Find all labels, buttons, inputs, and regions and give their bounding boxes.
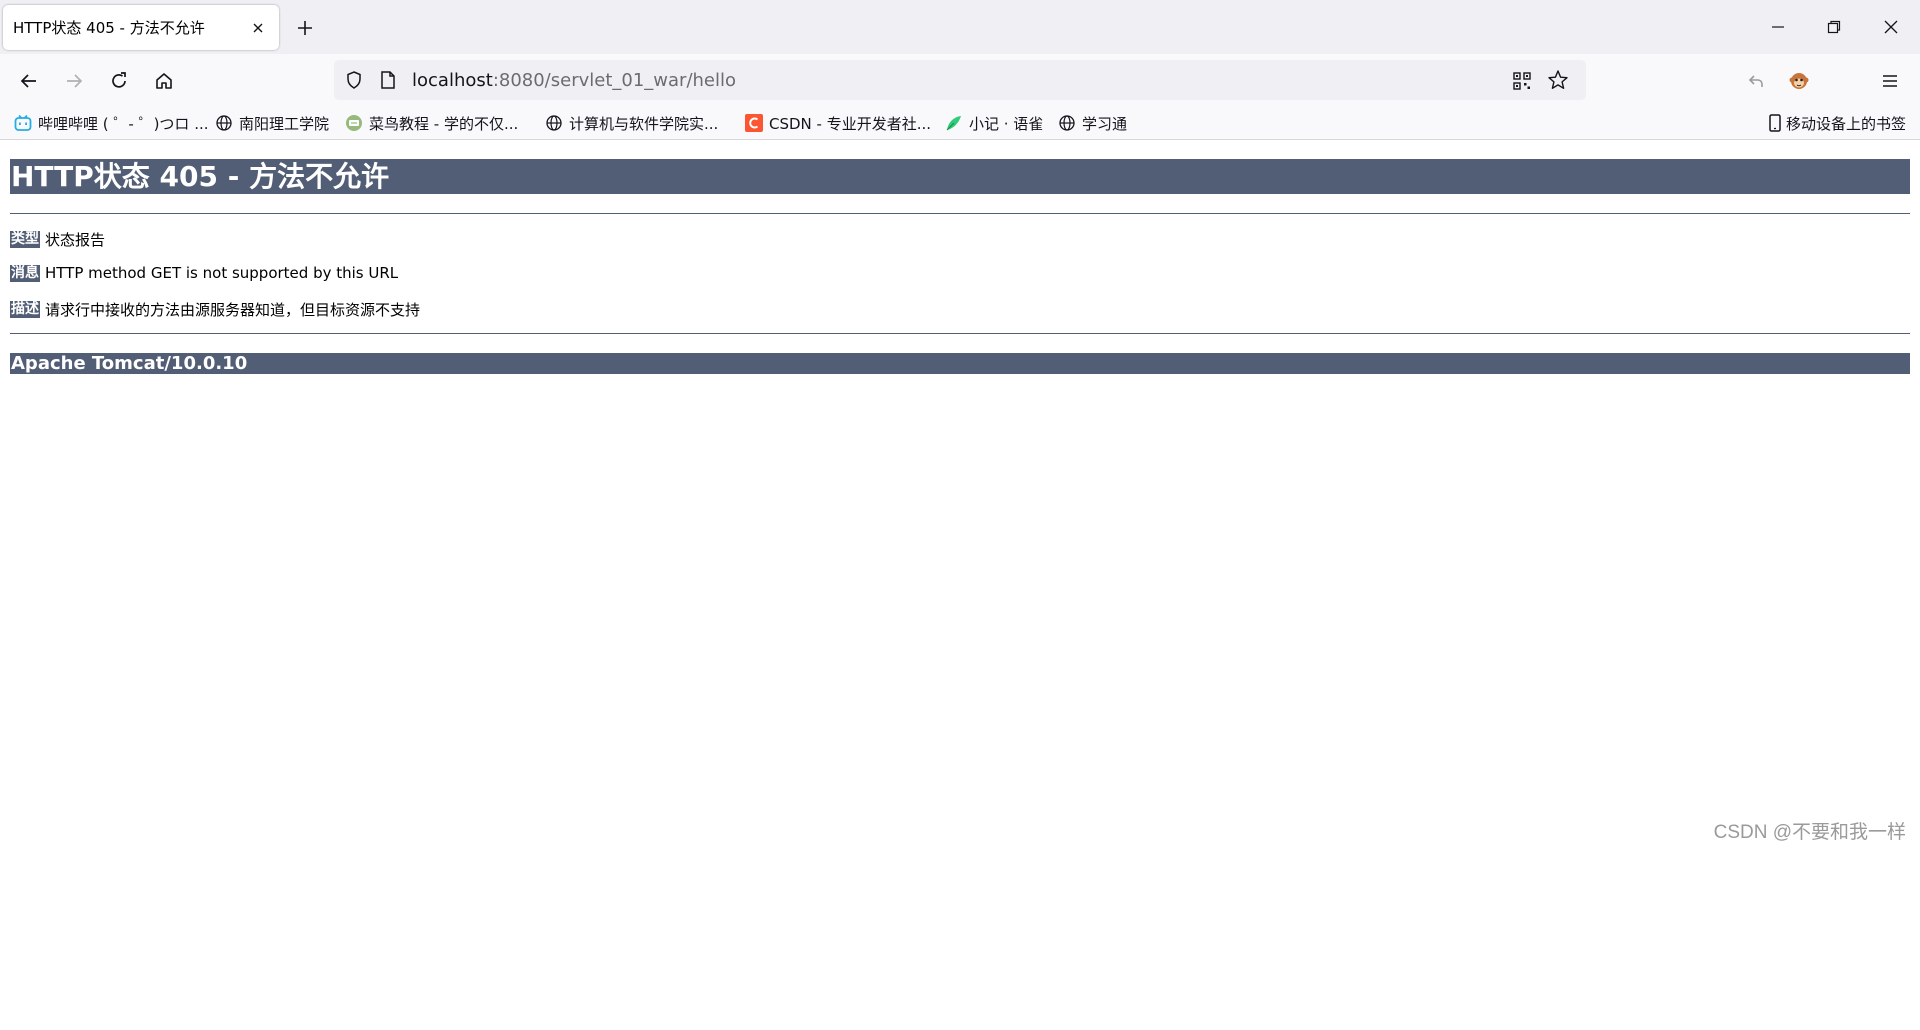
qr-code-icon[interactable] bbox=[1510, 69, 1534, 93]
home-button[interactable] bbox=[148, 65, 180, 97]
bookmark-runoob[interactable]: 菜鸟教程 - 学的不仅... bbox=[345, 112, 518, 134]
shield-icon[interactable] bbox=[342, 68, 366, 92]
close-icon[interactable] bbox=[247, 17, 269, 39]
mobile-bookmarks[interactable]: 移动设备上的书签 bbox=[1766, 112, 1906, 134]
restore-button[interactable] bbox=[1817, 11, 1851, 43]
reload-button[interactable] bbox=[103, 65, 135, 97]
window-close-button[interactable] bbox=[1874, 11, 1908, 43]
url-path: :8080/servlet_01_war/hello bbox=[492, 70, 737, 91]
bookmark-yuque[interactable]: 小记 · 语雀 bbox=[945, 112, 1043, 134]
bookmark-label: 小记 · 语雀 bbox=[969, 114, 1044, 133]
bookmark-label: CSDN - 专业开发者社... bbox=[769, 114, 932, 133]
bookmarks-toolbar: 哔哩哔哩 ( ゜- ゜)つロ ... 南阳理工学院 菜鸟教程 - 学的不仅...… bbox=[0, 107, 1920, 140]
footer: Apache Tomcat/10.0.10 bbox=[10, 333, 1910, 374]
mobile-bookmarks-label: 移动设备上的书签 bbox=[1785, 114, 1906, 133]
tab-bar: HTTP状态 405 - 方法不允许 bbox=[0, 0, 1920, 54]
bookmark-label: 南阳理工学院 bbox=[239, 114, 330, 133]
bookmark-label: 哔哩哔哩 ( ゜- ゜)つロ ... bbox=[38, 114, 209, 133]
globe-icon bbox=[545, 114, 563, 132]
message-label: 消息 bbox=[10, 264, 40, 282]
description-label: 描述 bbox=[10, 301, 40, 318]
active-tab[interactable]: HTTP状态 405 - 方法不允许 bbox=[3, 5, 279, 50]
mobile-device-icon bbox=[1766, 114, 1784, 132]
extension-monkey-icon[interactable] bbox=[1783, 65, 1815, 97]
minimize-button[interactable] bbox=[1761, 11, 1795, 43]
forward-button[interactable] bbox=[58, 65, 90, 97]
bookmark-label: 计算机与软件学院实... bbox=[569, 114, 719, 133]
globe-icon bbox=[1058, 114, 1076, 132]
back-button[interactable] bbox=[13, 65, 45, 97]
description-row: 描述 请求行中接收的方法由源服务器知道，但目标资源不支持 bbox=[10, 299, 420, 320]
bilibili-icon bbox=[14, 114, 32, 132]
bookmark-cs-college[interactable]: 计算机与软件学院实... bbox=[545, 112, 718, 134]
page-title: HTTP状态 405 - 方法不允许 bbox=[10, 159, 1910, 194]
bookmark-label: 菜鸟教程 - 学的不仅... bbox=[369, 114, 519, 133]
type-value: 状态报告 bbox=[45, 231, 106, 249]
message-value: HTTP method GET is not supported by this… bbox=[45, 264, 399, 282]
page-content: HTTP状态 405 - 方法不允许 类型 状态报告 消息 HTTP metho… bbox=[10, 159, 1910, 374]
yuque-icon bbox=[945, 114, 963, 132]
url-host: localhost bbox=[412, 70, 493, 91]
bookmark-label: 学习通 bbox=[1082, 114, 1128, 133]
runoob-icon bbox=[345, 114, 363, 132]
divider bbox=[10, 333, 1910, 334]
bookmark-xuexitong[interactable]: 学习通 bbox=[1058, 112, 1127, 134]
new-tab-button[interactable] bbox=[290, 13, 320, 43]
menu-hamburger-icon[interactable] bbox=[1874, 65, 1906, 97]
type-label: 类型 bbox=[10, 231, 40, 248]
description-value: 请求行中接收的方法由源服务器知道，但目标资源不支持 bbox=[45, 301, 421, 319]
message-row: 消息 HTTP method GET is not supported by t… bbox=[10, 264, 398, 282]
navigation-toolbar: localhost:8080/servlet_01_war/hello bbox=[0, 54, 1920, 107]
bookmark-nyist[interactable]: 南阳理工学院 bbox=[215, 112, 329, 134]
tab-title: HTTP状态 405 - 方法不允许 bbox=[13, 19, 205, 37]
address-bar[interactable]: localhost:8080/servlet_01_war/hello bbox=[334, 60, 1586, 100]
globe-icon bbox=[215, 114, 233, 132]
bookmark-bilibili[interactable]: 哔哩哔哩 ( ゜- ゜)つロ ... bbox=[14, 112, 209, 134]
page-icon[interactable] bbox=[376, 68, 400, 92]
type-row: 类型 状态报告 bbox=[10, 229, 105, 250]
bookmark-csdn[interactable]: CSDN - 专业开发者社... bbox=[745, 112, 931, 134]
server-info: Apache Tomcat/10.0.10 bbox=[10, 353, 1910, 374]
bookmark-star-icon[interactable] bbox=[1546, 68, 1570, 92]
watermark: CSDN @不要和我一样 bbox=[1713, 822, 1906, 843]
undo-icon[interactable] bbox=[1740, 65, 1772, 97]
divider bbox=[10, 213, 1910, 214]
url-text[interactable]: localhost:8080/servlet_01_war/hello bbox=[412, 70, 736, 91]
csdn-icon bbox=[745, 114, 763, 132]
